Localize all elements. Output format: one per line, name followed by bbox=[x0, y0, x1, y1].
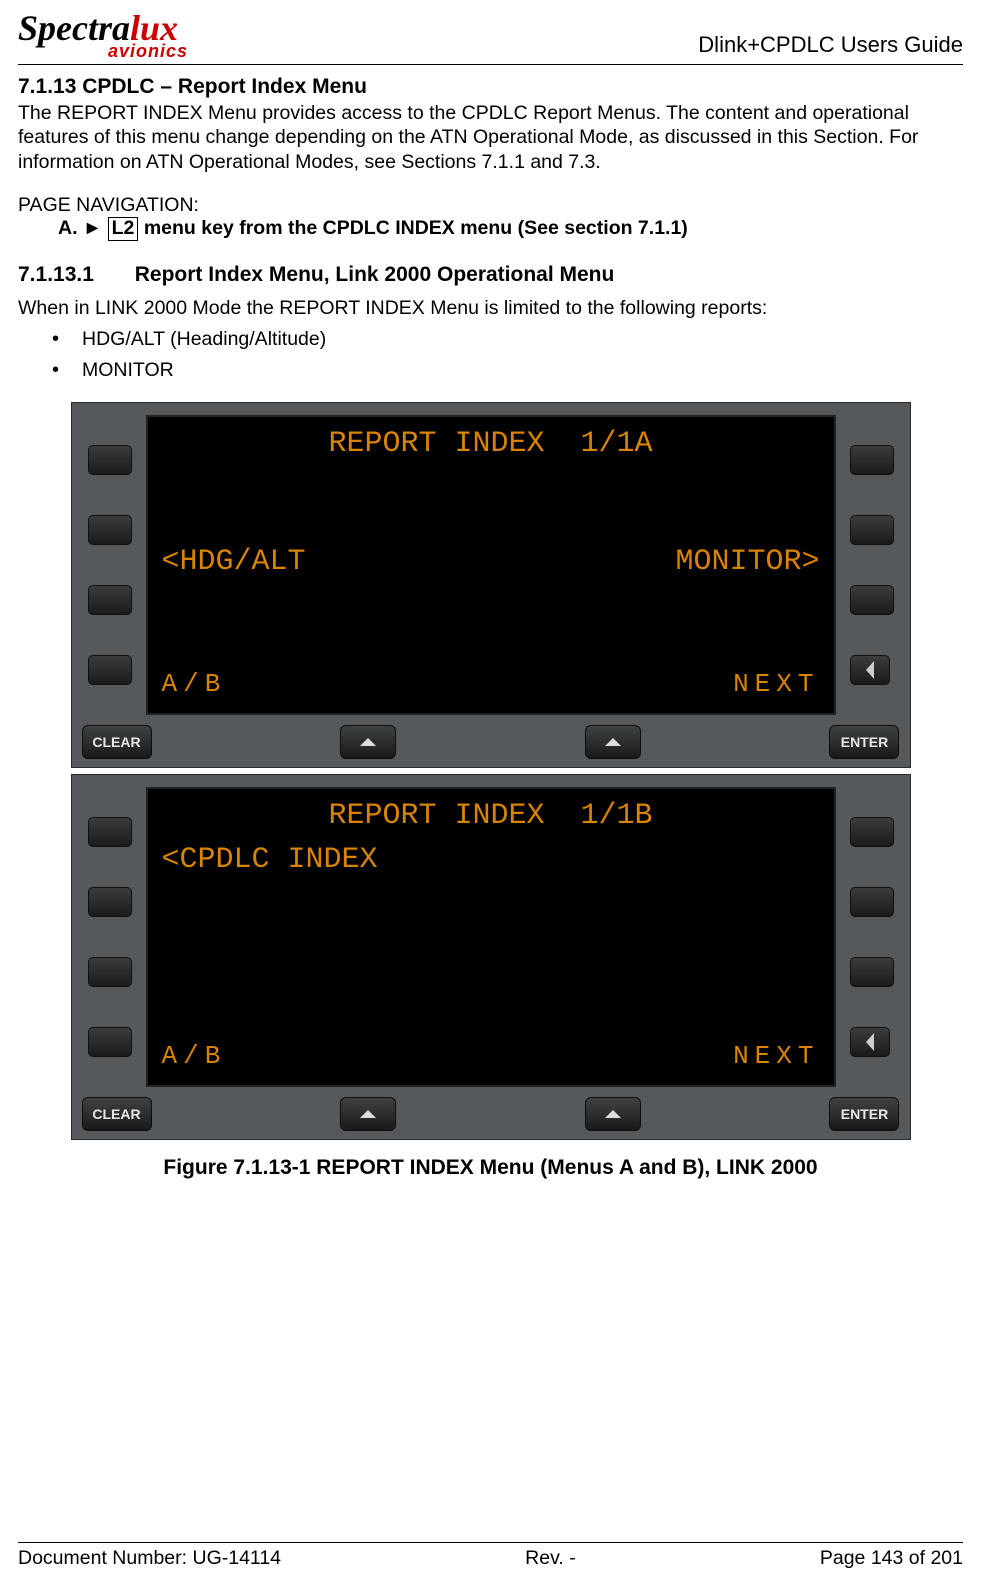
subsection-intro: When in LINK 2000 Mode the REPORT INDEX … bbox=[18, 297, 963, 320]
page-footer: Document Number: UG-14114 Rev. - Page 14… bbox=[18, 1542, 963, 1570]
clear-button[interactable]: CLEAR bbox=[82, 725, 152, 759]
lsk-l3[interactable] bbox=[88, 585, 132, 615]
screen-title: REPORT INDEX 1/1A bbox=[162, 427, 820, 461]
lsk-r2[interactable] bbox=[850, 515, 894, 545]
lsk-r2[interactable] bbox=[850, 887, 894, 917]
lsk-l2[interactable] bbox=[88, 887, 132, 917]
figure-caption: Figure 7.1.13-1 REPORT INDEX Menu (Menus… bbox=[163, 1156, 817, 1180]
clear-button[interactable]: CLEAR bbox=[82, 1097, 152, 1131]
hardkey-row: CLEAR ENTER bbox=[80, 725, 902, 759]
enter-button[interactable]: ENTER bbox=[829, 1097, 899, 1131]
cdu-device-a: REPORT INDEX 1/1A <HDG/ALT MONITOR> A/B … bbox=[71, 402, 911, 768]
left-line-select-keys bbox=[80, 411, 140, 719]
lsk-l1[interactable] bbox=[88, 817, 132, 847]
lsk-r4-less-icon[interactable] bbox=[850, 655, 890, 685]
right-line-select-keys bbox=[842, 411, 902, 719]
section-paragraph: The REPORT INDEX Menu provides access to… bbox=[18, 101, 963, 174]
company-logo: Spectralux avionics bbox=[18, 10, 188, 60]
arrow-up-button[interactable] bbox=[340, 1097, 396, 1131]
screen-title: REPORT INDEX 1/1B bbox=[162, 799, 820, 833]
screen-right-4: NEXT bbox=[733, 669, 819, 699]
lsk-l2[interactable] bbox=[88, 515, 132, 545]
logo-sub-text: avionics bbox=[108, 42, 188, 60]
arrow-up-button[interactable] bbox=[585, 1097, 641, 1131]
subsection-number: 7.1.13.1 bbox=[18, 263, 94, 286]
footer-docnum: Document Number: UG-14114 bbox=[18, 1547, 281, 1570]
enter-button[interactable]: ENTER bbox=[829, 725, 899, 759]
page-header: Spectralux avionics Dlink+CPDLC Users Gu… bbox=[18, 10, 963, 65]
lsk-r1[interactable] bbox=[850, 817, 894, 847]
lsk-r1[interactable] bbox=[850, 445, 894, 475]
screen-left-4: A/B bbox=[162, 1041, 227, 1071]
lsk-r3[interactable] bbox=[850, 585, 894, 615]
lsk-l4[interactable] bbox=[88, 1027, 132, 1057]
footer-revision: Rev. - bbox=[525, 1547, 576, 1570]
arrow-up-button[interactable] bbox=[340, 725, 396, 759]
lsk-r4-less-icon[interactable] bbox=[850, 1027, 890, 1057]
page-navigation-item: A. ► L2 menu key from the CPDLC INDEX me… bbox=[58, 217, 963, 240]
document-title: Dlink+CPDLC Users Guide bbox=[698, 32, 963, 58]
hardkey-row: CLEAR ENTER bbox=[80, 1097, 902, 1131]
cdu-device-b: REPORT INDEX 1/1B <CPDLC INDEX A/B NEXT bbox=[71, 774, 911, 1140]
cdu-screen-a: REPORT INDEX 1/1A <HDG/ALT MONITOR> A/B … bbox=[146, 415, 836, 715]
arrow-up-button[interactable] bbox=[585, 725, 641, 759]
screen-left-2: <HDG/ALT bbox=[162, 545, 306, 579]
subsection-heading: 7.1.13.1 Report Index Menu, Link 2000 Op… bbox=[18, 263, 963, 287]
nav-item-prefix: A. ► bbox=[58, 217, 102, 239]
nav-key-box: L2 bbox=[108, 217, 139, 240]
lsk-l4[interactable] bbox=[88, 655, 132, 685]
screen-left-4: A/B bbox=[162, 669, 227, 699]
nav-item-suffix: menu key from the CPDLC INDEX menu (See … bbox=[138, 217, 687, 239]
page-navigation-label: PAGE NAVIGATION: bbox=[18, 194, 963, 217]
section-heading: 7.1.13 CPDLC – Report Index Menu bbox=[18, 75, 963, 99]
screen-right-4: NEXT bbox=[733, 1041, 819, 1071]
subsection-title: Report Index Menu, Link 2000 Operational… bbox=[135, 263, 615, 286]
lsk-r3[interactable] bbox=[850, 957, 894, 987]
left-line-select-keys bbox=[80, 783, 140, 1091]
lsk-l3[interactable] bbox=[88, 957, 132, 987]
list-item: HDG/ALT (Heading/Altitude) bbox=[52, 328, 963, 351]
cdu-screen-b: REPORT INDEX 1/1B <CPDLC INDEX A/B NEXT bbox=[146, 787, 836, 1087]
reports-list: HDG/ALT (Heading/Altitude) MONITOR bbox=[52, 328, 963, 382]
lsk-l1[interactable] bbox=[88, 445, 132, 475]
screen-right-2: MONITOR> bbox=[675, 545, 819, 579]
screen-left-1: <CPDLC INDEX bbox=[162, 843, 378, 877]
footer-pagenum: Page 143 of 201 bbox=[820, 1547, 963, 1570]
list-item: MONITOR bbox=[52, 359, 963, 382]
right-line-select-keys bbox=[842, 783, 902, 1091]
